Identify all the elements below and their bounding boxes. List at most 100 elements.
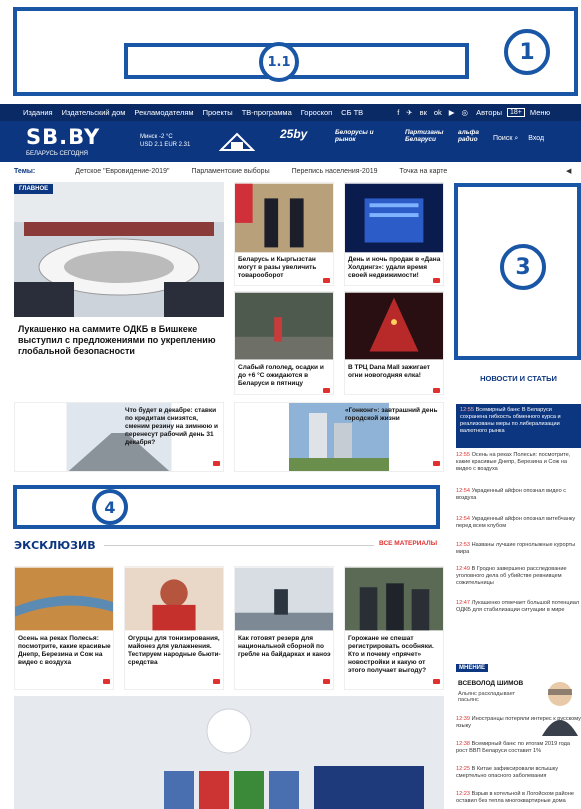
- news-time: 12:47: [456, 600, 470, 606]
- search-button[interactable]: Поиск ⌕: [493, 135, 518, 143]
- nav-item[interactable]: Проекты: [203, 108, 233, 117]
- tile-caption[interactable]: День и ночь продаж в «Дана Холдингз»: уд…: [348, 256, 442, 280]
- ok-icon[interactable]: ok: [434, 108, 442, 117]
- card-caption[interactable]: Осень на реках Полесья: посмотрите, каки…: [18, 635, 112, 667]
- news-text: Всемирный банк: В Беларуси сохранена гиб…: [460, 407, 561, 434]
- nav-item[interactable]: Издательский дом: [62, 108, 126, 117]
- summit-hall-photo[interactable]: [14, 696, 444, 809]
- news-item[interactable]: 12:23 Взрыв в котельной в Логойском райо…: [456, 791, 581, 805]
- news-time: 12:23: [456, 791, 470, 797]
- news-item[interactable]: 12:53 Названы лучшие горнолыжные курорты…: [456, 542, 581, 556]
- top-nav: Издания Издательский дом Рекламодателям …: [0, 104, 581, 121]
- news-text: Названы лучшие горнолыжные курорты мира: [456, 542, 576, 555]
- news-sidebar-title: НОВОСТИ И СТАТЬИ: [480, 374, 557, 383]
- camera-icon: [323, 388, 330, 393]
- news-tile[interactable]: День и ночь продаж в «Дана Холдингз»: уд…: [344, 182, 444, 286]
- news-tile[interactable]: «Гонконг»: завтрашний день городской жиз…: [234, 402, 444, 472]
- building-night-photo: [345, 183, 443, 253]
- theme-link[interactable]: Парламентские выборы: [191, 168, 269, 175]
- nav-item[interactable]: Издания: [23, 108, 53, 117]
- region-1-1-label: 1.1: [259, 42, 299, 82]
- news-time: 12:39: [456, 716, 470, 722]
- tile-caption[interactable]: В ТРЦ Dana Mall зажигает огни новогодняя…: [348, 364, 442, 380]
- instagram-icon[interactable]: ◎: [462, 108, 469, 117]
- news-text: Украденный айфон опознал витебчанку пере…: [456, 516, 576, 529]
- news-time: 12:49: [456, 566, 470, 572]
- youtube-icon[interactable]: ▶: [449, 108, 455, 117]
- news-item[interactable]: 12:54 Украденный айфон опознал витебчанк…: [456, 516, 581, 530]
- site-logo[interactable]: SB.BY: [26, 125, 100, 149]
- main-headline[interactable]: Лукашенко на саммите ОДКБ в Бишкеке выст…: [18, 324, 223, 357]
- card-caption[interactable]: Горожане не спешат регистрировать особня…: [348, 635, 442, 675]
- news-text: Иностранцы потеряли интерес к русскому я…: [456, 716, 581, 729]
- news-item[interactable]: 12:49 В Гродно завершено расследование у…: [456, 566, 581, 587]
- news-time: 12:25: [456, 766, 470, 772]
- camera-icon: [213, 461, 220, 466]
- gym-photo: [235, 567, 333, 631]
- news-item[interactable]: 12:54 Украденный айфон опознал видео с в…: [456, 488, 581, 502]
- theme-link[interactable]: Детское "Евровидение-2019": [75, 168, 169, 175]
- arrow-left-icon[interactable]: ◀: [566, 167, 571, 175]
- site-header: SB.BY БЕЛАРУСЬ СЕГОДНЯ Минск -2 °C USD 2…: [0, 121, 581, 162]
- main-story[interactable]: Лукашенко на саммите ОДКБ в Бишкеке выст…: [14, 182, 224, 392]
- exclusive-card[interactable]: Осень на реках Полесья: посмотрите, каки…: [14, 566, 114, 690]
- news-time: 12:54: [456, 516, 470, 522]
- news-text: Лукашенко отмечает большой потенциал ОДК…: [456, 600, 580, 613]
- authors-link[interactable]: Авторы: [476, 108, 502, 117]
- nav-item[interactable]: Гороскоп: [301, 108, 332, 117]
- exclusive-divider: [104, 545, 374, 546]
- camera-icon: [433, 278, 440, 283]
- themes-bar: Темы: Детское "Евровидение-2019" Парламе…: [0, 164, 581, 178]
- nav-item[interactable]: ТВ-программа: [242, 108, 292, 117]
- news-item[interactable]: 12:39 Иностранцы потеряли интерес к русс…: [456, 716, 581, 730]
- theme-link[interactable]: Перепись населения-2019: [292, 168, 378, 175]
- news-item[interactable]: 12:55 Всемирный банк: В Беларуси сохране…: [456, 404, 581, 448]
- nav-item[interactable]: СБ ТВ: [341, 108, 363, 117]
- news-time: 12:54: [456, 488, 470, 494]
- news-item[interactable]: 12:55 Осень на реках Полесья: посмотрите…: [456, 452, 581, 473]
- weather-widget: Минск -2 °C USD 2.1 EUR 2.31: [140, 133, 190, 149]
- nav-item[interactable]: Рекламодателям: [134, 108, 193, 117]
- theme-link[interactable]: Точка на карте: [399, 168, 447, 175]
- partner-partizany[interactable]: Партизаны Беларуси: [405, 129, 443, 143]
- card-caption[interactable]: Как готовят резерв для национальной сбор…: [238, 635, 332, 659]
- partner-25by[interactable]: 25by: [280, 128, 307, 140]
- login-button[interactable]: Вход: [528, 135, 544, 143]
- news-tile[interactable]: В ТРЦ Dana Mall зажигает огни новогодняя…: [344, 291, 444, 395]
- news-tile[interactable]: Что будет в декабре: ставки по кредитам …: [14, 402, 224, 472]
- card-caption[interactable]: Огурцы для тонизирования, майонез для ув…: [128, 635, 222, 667]
- news-item[interactable]: 12:38 Всемирный банк: по итогам 2019 год…: [456, 741, 581, 755]
- opinion-label: МНЕНИЕ: [456, 664, 488, 672]
- exclusive-card[interactable]: Огурцы для тонизирования, майонез для ув…: [124, 566, 224, 690]
- camera-icon: [433, 461, 440, 466]
- camera-icon: [433, 679, 440, 684]
- camera-icon: [323, 278, 330, 283]
- news-item[interactable]: 12:47 Лукашенко отмечает большой потенци…: [456, 600, 581, 614]
- beauty-photo: [125, 567, 223, 631]
- leaders-photo: [235, 183, 333, 253]
- tile-caption[interactable]: Беларусь и Кыргызстан могут в разы увели…: [238, 256, 332, 280]
- opinion-block[interactable]: МНЕНИЕ ВСЕВОЛОД ШИМОВ Альянс раскладывае…: [456, 664, 581, 744]
- tile-caption[interactable]: Слабый гололед, осадки и до +6 °С ожидаю…: [238, 364, 332, 388]
- vk-icon[interactable]: вк: [420, 108, 427, 117]
- telegram-icon[interactable]: ✈: [406, 108, 412, 117]
- region-3-label: 3: [500, 244, 546, 290]
- partner-alfa-radio[interactable]: альфа радио: [458, 129, 488, 143]
- river-aerial-photo: [15, 567, 113, 631]
- facebook-icon[interactable]: f: [397, 108, 399, 117]
- age-badge: 18+: [507, 108, 525, 117]
- people-photo: [345, 567, 443, 631]
- partner-belorusy[interactable]: Белорусы и рынок: [335, 129, 380, 143]
- exclusive-card[interactable]: Как готовят резерв для национальной сбор…: [234, 566, 334, 690]
- news-time: 12:38: [456, 741, 470, 747]
- news-tile[interactable]: Слабый гололед, осадки и до +6 °С ожидаю…: [234, 291, 334, 395]
- news-tile[interactable]: Беларусь и Кыргызстан могут в разы увели…: [234, 182, 334, 286]
- tile-caption[interactable]: «Гонконг»: завтрашний день городской жиз…: [345, 407, 441, 423]
- menu-button[interactable]: Меню: [530, 108, 550, 117]
- tile-caption[interactable]: Что будет в декабре: ставки по кредитам …: [125, 407, 221, 447]
- news-item[interactable]: 12:25 В Китае зафиксировали вспышку смер…: [456, 766, 581, 780]
- all-materials-link[interactable]: ВСЕ МАТЕРИАЛЫ: [379, 540, 437, 547]
- exclusive-card[interactable]: Горожане не спешат регистрировать особня…: [344, 566, 444, 690]
- building-logo-icon[interactable]: [219, 130, 255, 152]
- news-time: 12:53: [456, 542, 470, 548]
